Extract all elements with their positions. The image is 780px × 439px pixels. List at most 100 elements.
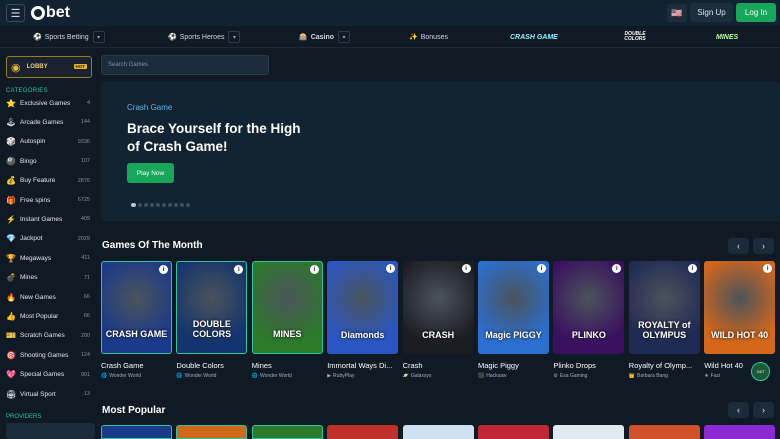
login-button[interactable]: Log In: [736, 3, 776, 22]
chevron-down-icon[interactable]: ▾: [92, 31, 105, 43]
popular-game-card[interactable]: [704, 425, 776, 439]
nav-mines-logo[interactable]: MINES: [716, 31, 738, 43]
carousel-dot[interactable]: [156, 203, 160, 207]
game-card[interactable]: i WILD HOT 40: [704, 261, 776, 354]
sidebar-item-category[interactable]: 🎲 Autospin 9336: [6, 135, 92, 149]
game-provider[interactable]: 🌐 Wonder World: [101, 373, 141, 379]
sidebar-item-category[interactable]: 💰 Buy Feature 2876: [6, 174, 92, 188]
carousel-dot[interactable]: [174, 203, 178, 207]
popular-game-card[interactable]: [628, 425, 700, 439]
game-provider[interactable]: 👑 Barbara Bang: [629, 373, 668, 379]
carousel-dot[interactable]: [168, 203, 172, 207]
popular-game-card[interactable]: [176, 425, 248, 439]
popular-game-card[interactable]: [251, 425, 323, 439]
game-name[interactable]: Mines: [252, 361, 325, 370]
sidebar-item-category[interactable]: 🎯 Shooting Games 124: [6, 348, 92, 362]
info-icon[interactable]: i: [763, 264, 773, 273]
popular-game-card[interactable]: [327, 425, 399, 439]
carousel-dot[interactable]: [144, 203, 148, 207]
info-icon[interactable]: i: [461, 264, 471, 273]
game-name[interactable]: Magic Piggy: [478, 361, 551, 370]
sidebar-item-category[interactable]: 🏆 Megaways 411: [6, 251, 92, 265]
sidebar-lobby[interactable]: ◉ LOBBY HOT: [6, 56, 92, 78]
popular-game-card[interactable]: [101, 425, 172, 439]
next-arrow-icon[interactable]: ›: [753, 402, 774, 418]
sidebar-item-category[interactable]: 🔥 New Games 66: [6, 290, 92, 304]
carousel-dot[interactable]: [150, 203, 154, 207]
game-card[interactable]: i Magic PIGGY: [478, 261, 549, 354]
carousel-dots[interactable]: [131, 203, 190, 207]
info-icon[interactable]: i: [234, 265, 244, 274]
game-card[interactable]: i ROYALTY of OLYMPUS: [628, 261, 700, 354]
game-provider[interactable]: 🌐 Wonder World: [176, 373, 216, 379]
search-input[interactable]: Search Games: [101, 55, 269, 75]
category-icon: ⚡: [6, 214, 16, 224]
nav-casino[interactable]: 🎰 Casino ▾: [299, 30, 351, 44]
game-provider[interactable]: ⚙ Esa Gaming: [553, 373, 587, 379]
game-provider[interactable]: ▶ RubyPlay: [327, 373, 354, 379]
carousel-dot[interactable]: [131, 203, 136, 207]
sidebar-item-category[interactable]: 💣 Mines 71: [6, 271, 92, 285]
nav-bar: ⚽ Sports Betting ▾ ⚽ Sports Heroes ▾ 🎰 Casino…: [0, 26, 780, 48]
brand-logo[interactable]: bet: [31, 3, 70, 23]
game-card[interactable]: i DOUBLE COLORS: [176, 261, 248, 354]
next-arrow-icon[interactable]: ›: [753, 238, 774, 254]
category-icon: 👍: [6, 311, 16, 321]
nav-sports-heroes[interactable]: ⚽ Sports Heroes ▾: [168, 30, 241, 44]
sidebar-item-category[interactable]: 🎱 Bingo 107: [6, 154, 92, 168]
prev-arrow-icon[interactable]: ‹: [728, 238, 749, 254]
signup-button[interactable]: Sign Up: [690, 3, 733, 22]
game-name[interactable]: Immortal Ways Di...: [327, 361, 400, 370]
info-icon[interactable]: i: [612, 264, 622, 273]
nav-sports-betting[interactable]: ⚽ Sports Betting ▾: [33, 30, 105, 44]
carousel-dot[interactable]: [138, 203, 142, 207]
carousel-dot[interactable]: [180, 203, 184, 207]
play-now-button[interactable]: Play Now: [127, 163, 174, 183]
nav-double-colors-logo[interactable]: DOUBLE COLORS: [620, 31, 650, 43]
game-card[interactable]: i CRASH: [402, 261, 474, 354]
providers-select[interactable]: [6, 423, 95, 439]
info-icon[interactable]: i: [159, 265, 168, 274]
game-provider[interactable]: ★ Fazi: [704, 373, 720, 379]
sidebar-item-category[interactable]: 🏟 Virtual Sport 13: [6, 387, 92, 401]
info-icon[interactable]: i: [386, 264, 396, 273]
sidebar-item-category[interactable]: 🎫 Scratch Games 200: [6, 329, 92, 343]
sidebar-item-category[interactable]: 🎁 Free spins 6725: [6, 193, 92, 207]
sidebar-item-category[interactable]: 🕹 Arcade Games 144: [6, 115, 92, 129]
game-card[interactable]: i Diamonds: [327, 261, 399, 354]
chevron-down-icon[interactable]: ▾: [338, 31, 351, 43]
game-name[interactable]: Crash: [403, 361, 476, 370]
sidebar-item-category[interactable]: 💖 Special Games 901: [6, 368, 92, 382]
game-card[interactable]: i CRASH GAME: [101, 261, 172, 354]
game-name[interactable]: Plinko Drops: [553, 361, 626, 370]
sidebar-item-category[interactable]: 💎 Jackpot 2029: [6, 232, 92, 246]
info-icon[interactable]: i: [687, 264, 697, 273]
popular-game-card[interactable]: [478, 425, 549, 439]
language-flag[interactable]: 🇺🇸: [667, 4, 687, 22]
carousel-dot[interactable]: [186, 203, 190, 207]
popular-game-card[interactable]: [402, 425, 474, 439]
game-card[interactable]: i PLINKO: [553, 261, 625, 354]
game-provider[interactable]: ⬛ Hacksaw: [478, 373, 507, 379]
carousel-dot[interactable]: [162, 203, 166, 207]
game-name[interactable]: Royalty of Olymp...: [629, 361, 702, 370]
info-icon[interactable]: i: [537, 264, 546, 273]
game-provider[interactable]: 🪐 Galaxsys: [403, 373, 432, 379]
popular-game-card[interactable]: [553, 425, 625, 439]
prev-arrow-icon[interactable]: ‹: [728, 402, 749, 418]
game-name[interactable]: Crash Game: [101, 361, 174, 370]
chevron-down-icon[interactable]: ▾: [228, 31, 241, 43]
game-provider[interactable]: 🌐 Wonder World: [252, 373, 292, 379]
game-card-art-title: WILD HOT 40: [711, 330, 769, 340]
support-chat-button[interactable]: 24/7: [751, 362, 770, 381]
nav-bonuses[interactable]: ✨ Bonuses: [409, 30, 448, 44]
category-icon: 💰: [6, 176, 16, 186]
sidebar-item-category[interactable]: ⚡ Instant Games 409: [6, 212, 92, 226]
sidebar-item-category[interactable]: 👍 Most Popular 66: [6, 309, 92, 323]
game-card[interactable]: i MINES: [251, 261, 323, 354]
menu-icon[interactable]: ☰: [6, 4, 25, 22]
sidebar-item-category[interactable]: ⭐ Exclusive Games 4: [6, 96, 92, 110]
game-name[interactable]: Double Colors: [176, 361, 249, 370]
info-icon[interactable]: i: [309, 265, 319, 274]
nav-crash-game-logo[interactable]: CRASH GAME: [510, 31, 558, 43]
